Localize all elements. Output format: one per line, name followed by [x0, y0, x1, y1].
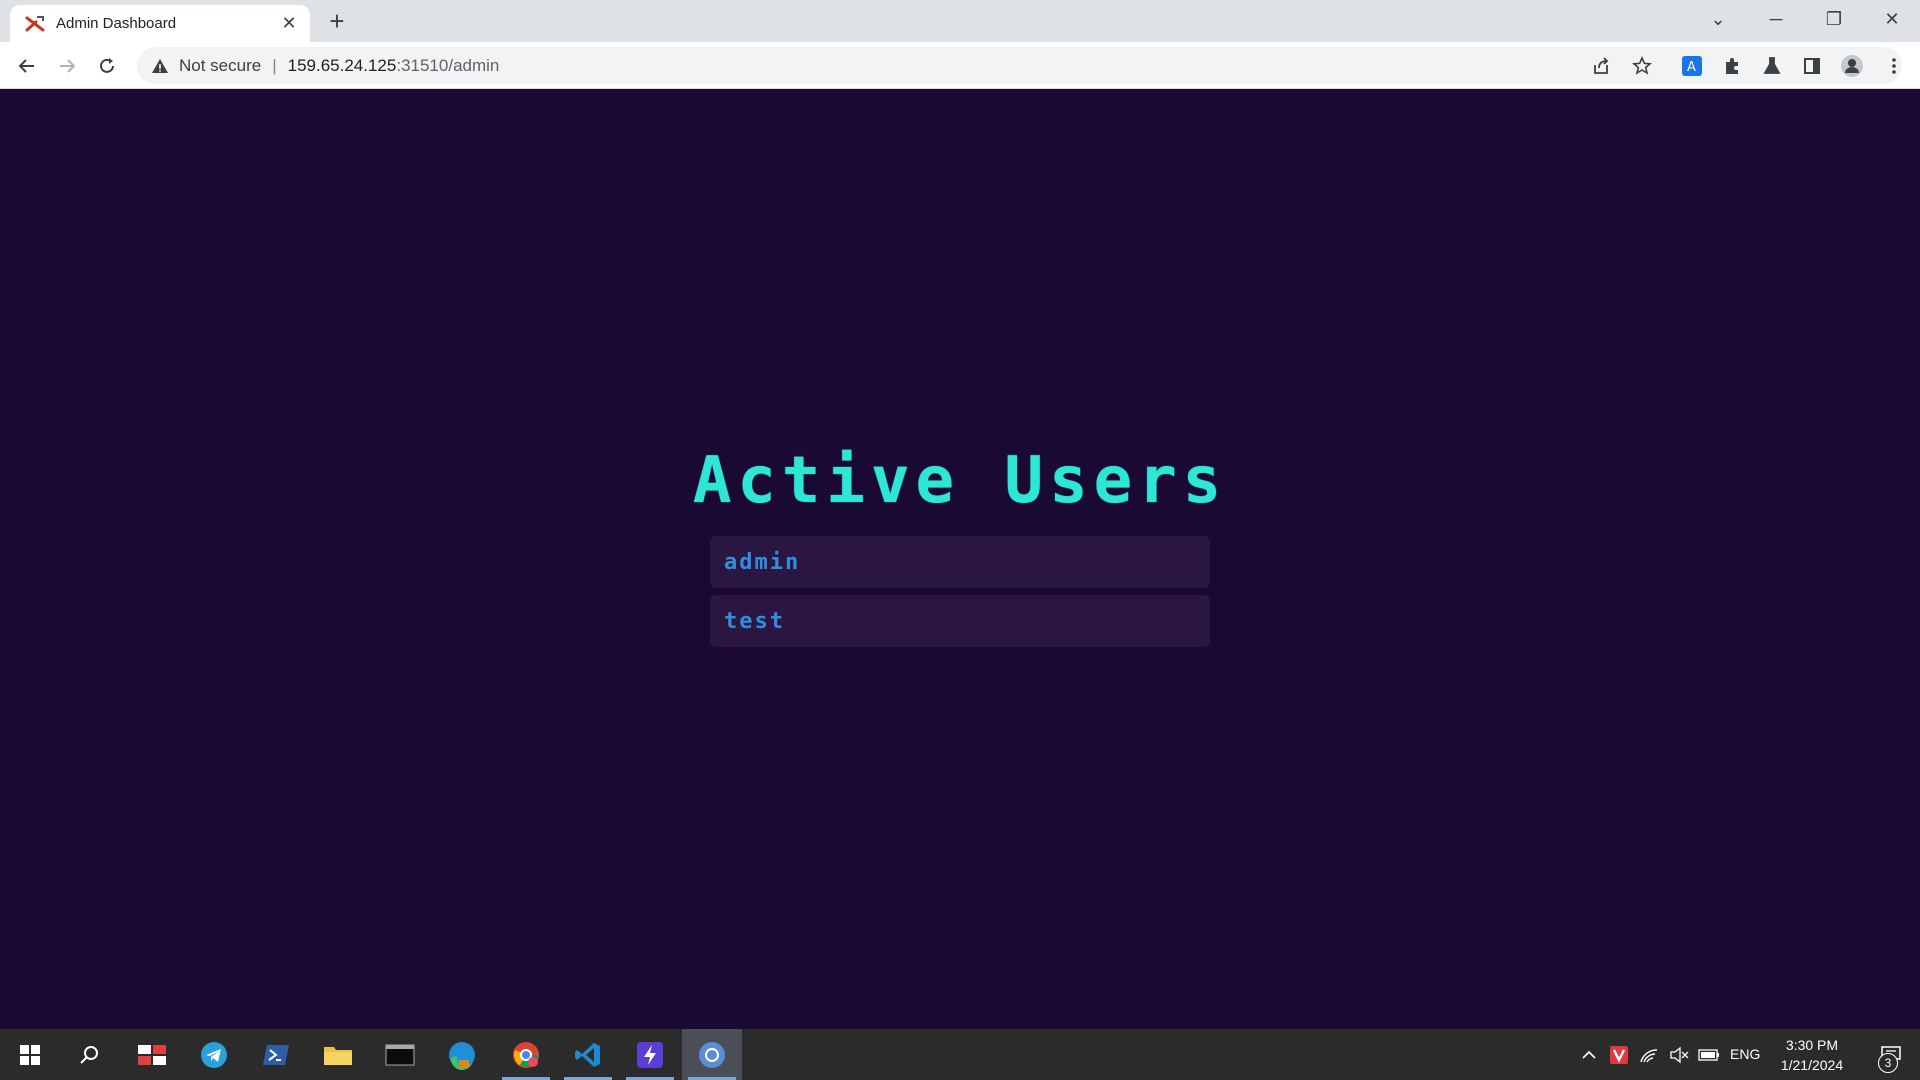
tab-strip: Admin Dashboard ✕ + ⌄ ─ ❐ ✕	[0, 0, 1920, 42]
close-window-icon[interactable]: ✕	[1864, 0, 1920, 38]
url-host: 159.65.24.125	[287, 55, 397, 75]
search-icon[interactable]	[60, 1029, 120, 1080]
windows-taskbar: ENG 3:30 PM 1/21/2024	[0, 1029, 1920, 1080]
telegram-icon[interactable]	[184, 1029, 244, 1080]
system-clock[interactable]: 3:30 PM 1/21/2024	[1762, 1035, 1862, 1075]
active-users-list: admin test	[710, 536, 1210, 654]
restore-icon[interactable]: ❐	[1806, 0, 1862, 38]
windows-start-icon[interactable]	[0, 1029, 60, 1080]
url-path: :31510/admin	[396, 55, 500, 75]
tray-overflow-chevron-icon[interactable]	[1574, 1029, 1604, 1080]
back-icon[interactable]	[11, 50, 43, 82]
battery-icon[interactable]	[1694, 1029, 1724, 1080]
clock-time: 3:30 PM	[1785, 1037, 1839, 1053]
extension-translate-icon[interactable]: A	[1676, 50, 1708, 82]
browser-toolbar: Not secure | 159.65.24.125:31510/admin A	[0, 42, 1920, 89]
file-explorer-icon[interactable]	[308, 1029, 368, 1080]
edge-icon[interactable]	[432, 1029, 492, 1080]
admin-dashboard-page: Active Users admin test	[0, 89, 1920, 1029]
share-icon[interactable]	[1585, 50, 1617, 82]
notification-count-badge: 3	[1878, 1053, 1898, 1073]
bolt-app-icon[interactable]	[620, 1029, 680, 1080]
input-language[interactable]: ENG	[1730, 1029, 1760, 1080]
network-wifi-icon[interactable]	[1634, 1029, 1664, 1080]
extensions-puzzle-icon[interactable]	[1716, 50, 1748, 82]
new-tab-button[interactable]: +	[322, 7, 352, 37]
powershell-icon[interactable]	[246, 1029, 306, 1080]
tray-vivaldi-icon[interactable]	[1604, 1029, 1634, 1080]
svg-text:A: A	[1687, 60, 1696, 75]
tab-search-icon[interactable]: ⌄	[1690, 0, 1746, 38]
clock-date: 1/21/2024	[1780, 1057, 1844, 1073]
site-favicon-icon	[25, 15, 45, 31]
browser-tab[interactable]: Admin Dashboard ✕	[10, 5, 310, 42]
tab-title: Admin Dashboard	[56, 15, 177, 32]
chrome-profile-icon[interactable]	[496, 1029, 556, 1080]
task-view-icon[interactable]	[122, 1029, 182, 1080]
url-separator: |	[272, 55, 277, 75]
minimize-icon[interactable]: ─	[1748, 0, 1804, 38]
labs-flask-icon[interactable]	[1756, 50, 1788, 82]
security-label[interactable]: Not secure	[179, 56, 261, 76]
user-item-admin[interactable]: admin	[710, 536, 1210, 588]
profile-avatar-icon[interactable]	[1836, 50, 1868, 82]
vscode-icon[interactable]	[558, 1029, 618, 1080]
terminal-icon[interactable]	[370, 1029, 430, 1080]
volume-muted-icon[interactable]	[1664, 1029, 1694, 1080]
tab-close-icon[interactable]: ✕	[278, 13, 300, 34]
chrome-icon[interactable]	[682, 1029, 742, 1080]
user-item-test[interactable]: test	[710, 595, 1210, 647]
forward-icon[interactable]	[51, 50, 83, 82]
bookmark-star-icon[interactable]	[1626, 50, 1658, 82]
warning-icon[interactable]	[151, 57, 169, 75]
page-title: Active Users	[692, 444, 1228, 518]
browser-menu-icon[interactable]	[1878, 50, 1910, 82]
side-panel-icon[interactable]	[1796, 50, 1828, 82]
reload-icon[interactable]	[91, 50, 123, 82]
